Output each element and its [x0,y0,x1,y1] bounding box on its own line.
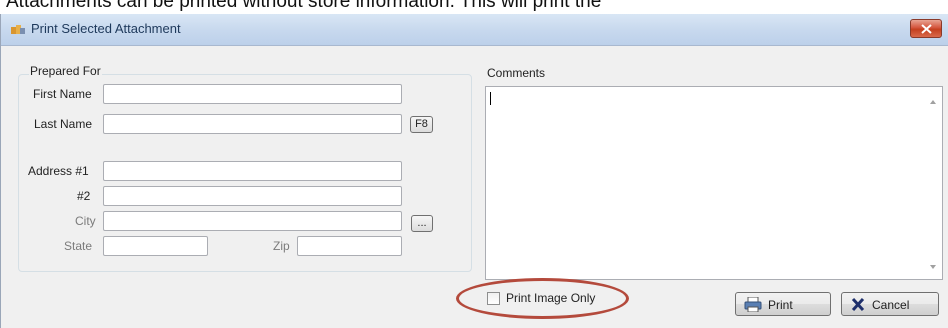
address2-label: #2 [77,189,91,203]
instruction-caption: Attachments can be printed without store… [6,0,602,12]
printer-icon [744,296,762,315]
print-button-label: Print [768,298,793,312]
comments-textarea[interactable] [485,86,943,280]
close-icon [921,24,932,34]
print-button[interactable]: Print [735,292,831,316]
print-image-only-label: Print Image Only [506,291,596,305]
first-name-field[interactable] [103,84,402,104]
print-image-only-checkbox[interactable] [487,292,500,305]
address2-field[interactable] [103,186,402,206]
last-name-label: Last Name [34,117,93,131]
dialog-window: Print Selected Attachment Prepared For F… [0,14,948,328]
text-caret [490,92,491,105]
scroll-down-arrow-icon[interactable] [930,265,936,269]
cancel-x-icon [850,297,866,315]
first-name-label: First Name [33,87,92,101]
cancel-button-label: Cancel [872,298,910,312]
city-lookup-button[interactable]: ... [411,215,433,232]
window-title: Print Selected Attachment [31,21,181,36]
close-button[interactable] [910,19,942,38]
zip-field[interactable] [297,236,402,256]
state-label: State [64,239,93,253]
prepared-for-legend: Prepared For [29,64,102,78]
f8-lookup-button[interactable]: F8 [410,116,433,133]
address1-label: Address #1 [28,164,89,178]
last-name-field[interactable] [103,114,402,134]
comments-label: Comments [487,66,546,80]
city-label: City [75,214,96,228]
state-field[interactable] [103,236,208,256]
city-field[interactable] [103,211,402,231]
address1-field[interactable] [103,161,402,181]
scroll-up-arrow-icon[interactable] [930,100,936,104]
app-icon [11,23,25,35]
title-bar: Print Selected Attachment [1,14,948,46]
zip-label: Zip [273,239,290,253]
cancel-button[interactable]: Cancel [841,292,939,316]
